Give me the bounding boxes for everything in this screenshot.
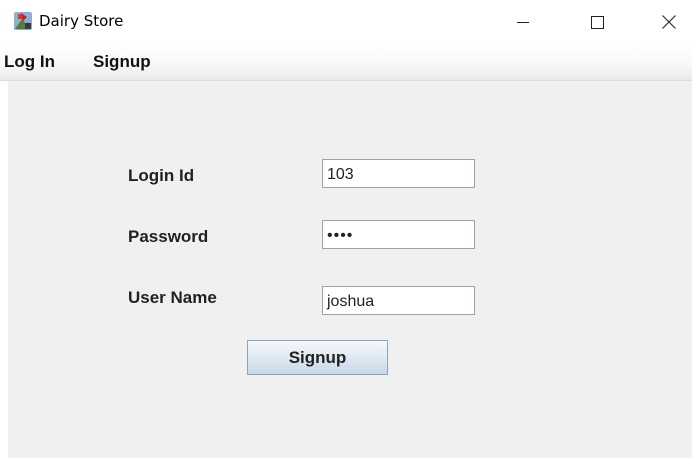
login-id-label: Login Id — [128, 166, 195, 185]
menu-item-log-in[interactable]: Log In — [2, 52, 57, 72]
user-name-field[interactable]: joshua — [322, 286, 475, 315]
maximize-button[interactable] — [574, 0, 620, 44]
login-id-field[interactable]: 103 — [322, 159, 475, 188]
close-icon — [662, 15, 676, 29]
signup-form-panel: Login Id 103 Password •••• User Name jos… — [8, 81, 692, 458]
title-bar[interactable]: Dairy Store — [0, 0, 692, 44]
app-icon — [13, 11, 33, 31]
app-window: Dairy Store Log In Signup Login Id 103 P… — [0, 0, 692, 458]
password-label: Password — [128, 227, 209, 246]
menu-bar: Log In Signup — [0, 44, 692, 81]
window-title: Dairy Store — [39, 12, 124, 30]
password-field[interactable]: •••• — [322, 220, 475, 249]
user-name-label: User Name — [128, 288, 217, 307]
minimize-button[interactable] — [500, 0, 546, 44]
minimize-icon — [517, 16, 529, 28]
signup-button[interactable]: Signup — [247, 340, 388, 375]
menu-item-signup[interactable]: Signup — [91, 52, 153, 72]
maximize-icon — [590, 15, 604, 29]
close-button[interactable] — [646, 0, 692, 44]
